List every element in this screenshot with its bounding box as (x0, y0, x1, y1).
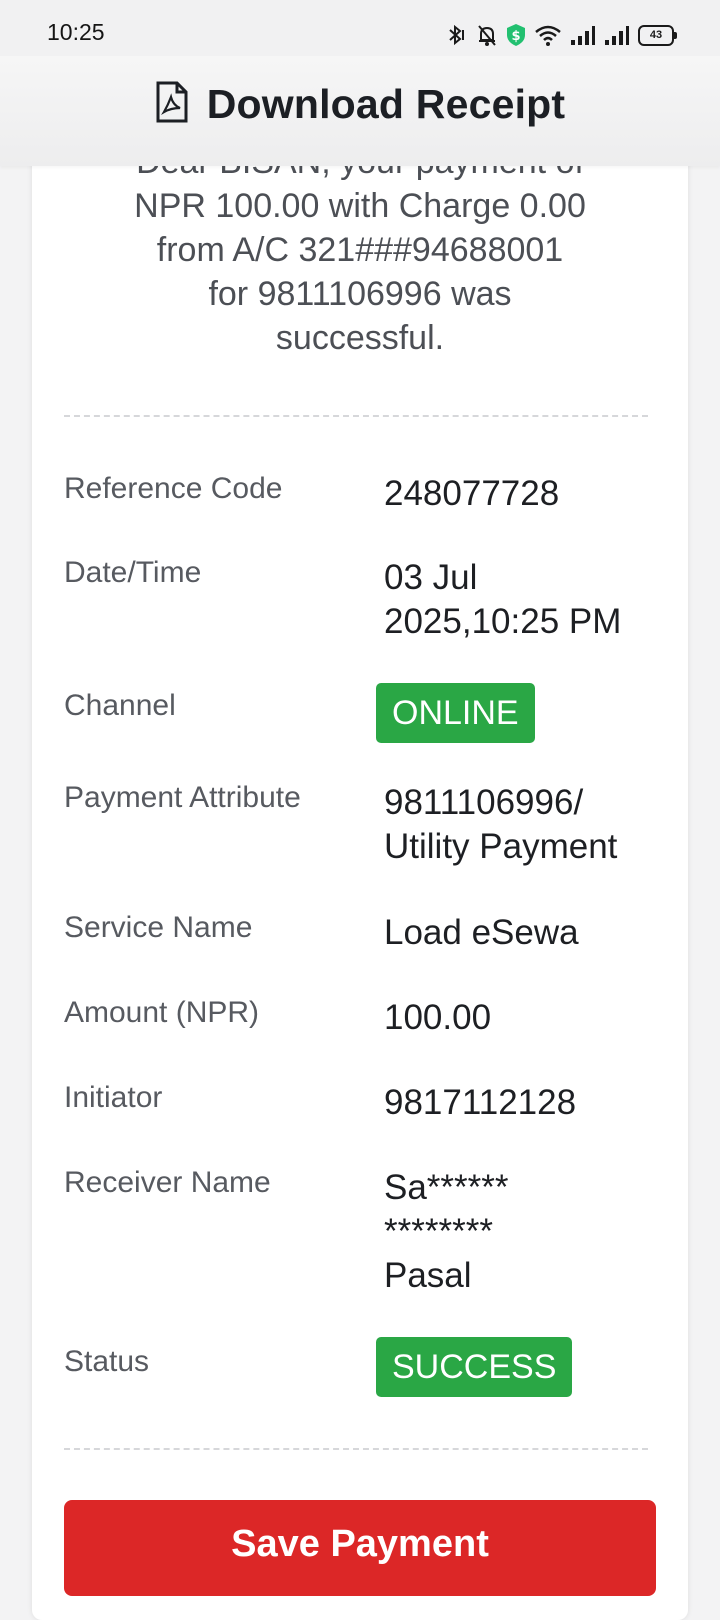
date-time-line: 2025,10:25 PM (384, 602, 622, 641)
save-payment-button[interactable]: Save Payment (64, 1500, 656, 1596)
date-time-value: 03 Jul 2025,10:25 PM (384, 556, 621, 644)
initiator-value: 9817112128 (384, 1083, 577, 1122)
page-title: Download Receipt (206, 81, 566, 127)
receiver-name-label: Receiver Name (64, 1166, 271, 1199)
app-header: Download Receipt (0, 56, 720, 166)
signal-icon (604, 23, 630, 47)
signal-icon (570, 23, 596, 47)
pdf-file-icon (155, 81, 189, 128)
status-badge: SUCCESS (376, 1337, 573, 1397)
download-receipt-action[interactable]: Download Receipt (0, 81, 720, 128)
status-time: 10:25 (47, 19, 105, 45)
status-bar: 10:25 $ 43 (0, 0, 720, 56)
channel-label: Channel (64, 689, 176, 722)
status-label: Status (64, 1345, 150, 1378)
reference-code-value: 248077728 (384, 474, 560, 513)
reference-code-label: Reference Code (64, 472, 283, 505)
receiver-name-value: Sa****** ******** Pasal (384, 1166, 509, 1298)
message-line: successful. (275, 319, 445, 357)
divider (64, 415, 648, 417)
payment-attribute-line: 9811106996/ (384, 783, 584, 822)
date-time-line: 03 Jul (384, 558, 478, 597)
receiver-name-line: ******** (384, 1212, 493, 1251)
status-icons: $ 43 (444, 22, 677, 48)
message-line: for 9811106996 was (208, 275, 512, 313)
payment-attribute-label: Payment Attribute (64, 781, 301, 814)
amount-value: 100.00 (384, 998, 492, 1037)
svg-text:$: $ (511, 29, 520, 44)
service-name-label: Service Name (64, 911, 253, 944)
message-line: from A/C 321###94688001 (156, 231, 564, 269)
shield-dollar-icon: $ (506, 23, 526, 47)
payment-attribute-value: 9811106996/ Utility Payment (384, 781, 617, 869)
payment-attribute-line: Utility Payment (384, 827, 618, 866)
receipt-card (32, 140, 688, 1620)
wifi-icon (534, 23, 562, 47)
initiator-label: Initiator (64, 1081, 163, 1114)
bluetooth-icon (444, 23, 468, 47)
message-line: NPR 100.00 with Charge 0.00 (134, 187, 586, 225)
receiver-name-line: Sa****** (384, 1168, 509, 1207)
receiver-name-line: Pasal (384, 1256, 472, 1295)
date-time-label: Date/Time (64, 556, 202, 589)
payment-message: Dear BISAN, your payment of NPR 100.00 w… (32, 140, 688, 360)
amount-label: Amount (NPR) (64, 996, 260, 1029)
battery-icon: 43 (638, 24, 677, 46)
service-name-value: Load eSewa (384, 913, 579, 952)
divider (64, 1448, 648, 1450)
channel-badge: ONLINE (376, 683, 535, 743)
battery-level: 43 (649, 28, 663, 41)
bell-off-icon (476, 23, 498, 47)
